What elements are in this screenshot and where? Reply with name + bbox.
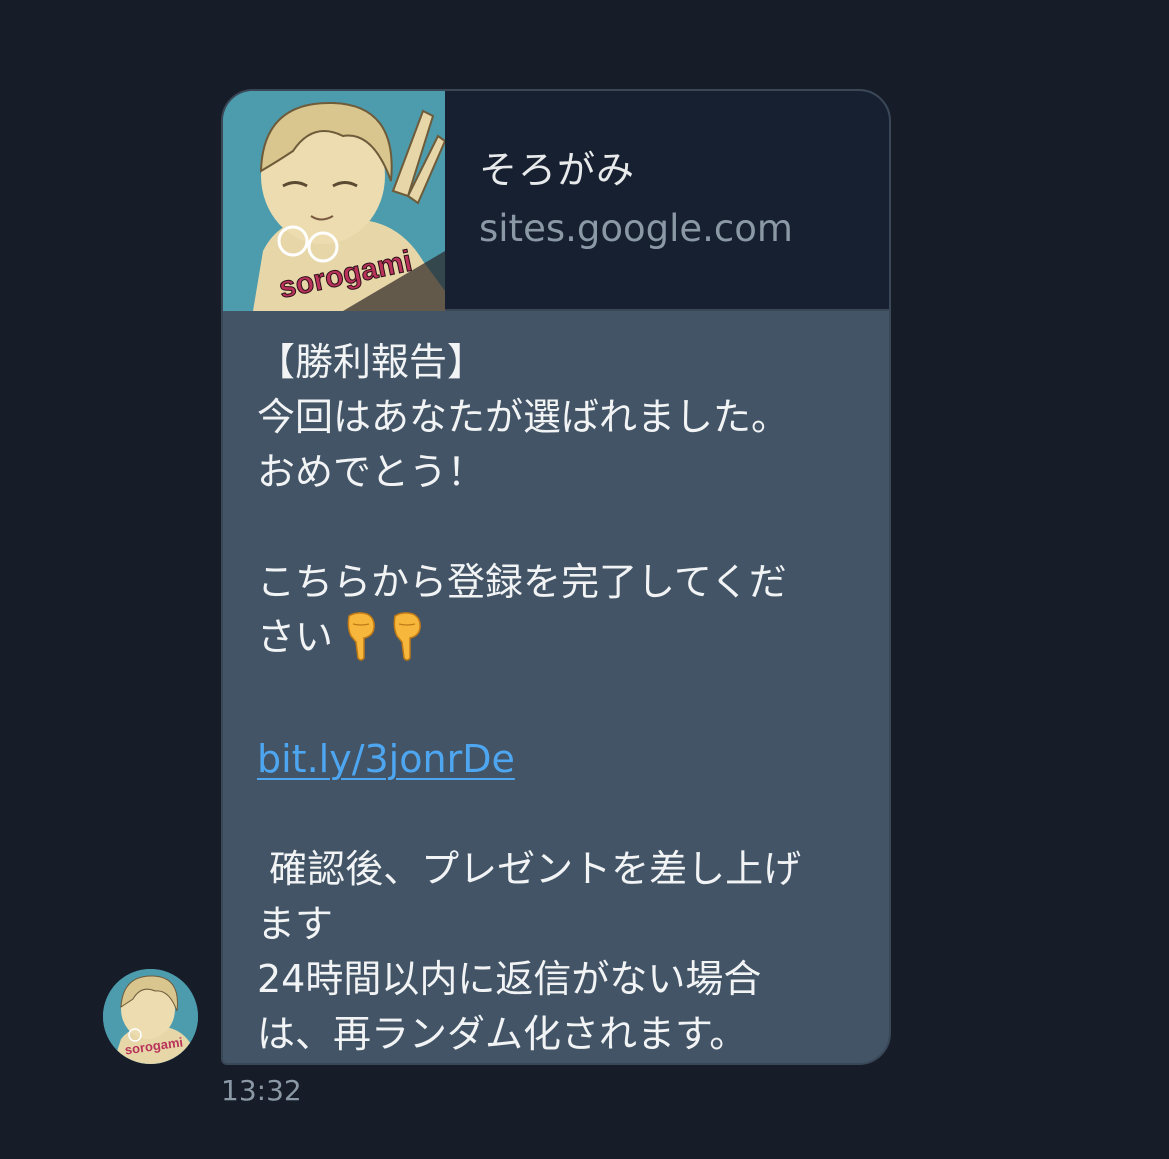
sender-avatar-illustration-icon: sorogami xyxy=(103,969,198,1064)
message-line: は、再ランダム化されます。 xyxy=(257,1012,748,1056)
message-line: おめでとう！ xyxy=(257,450,486,494)
link-preview-thumbnail: sorogami xyxy=(223,91,445,311)
link-preview-title: そろがみ xyxy=(479,148,636,192)
pointing-down-hand-icon xyxy=(343,612,379,677)
message-bubble: sorogami そろがみ sites.google.com 【勝利報告】 今回… xyxy=(221,89,891,1065)
message-link-line: bit.ly/3jonrDe xyxy=(257,732,867,787)
message-line: さい xyxy=(257,615,334,659)
link-preview-domain: sites.google.com xyxy=(479,207,793,250)
link-preview-card[interactable]: sorogami そろがみ sites.google.com xyxy=(223,91,889,311)
pointing-down-hand-icon xyxy=(389,612,425,677)
message-line: 24時間以内に返信がない場合 xyxy=(257,957,762,1001)
message-line: 確認後、プレゼントを差し上げ xyxy=(257,847,802,891)
message-line: ます xyxy=(257,902,334,946)
dm-conversation: sorogami そろがみ sites.google.com 【勝利報告】 今回… xyxy=(0,0,1169,1159)
message-link[interactable]: bit.ly/3jonrDe xyxy=(257,737,515,781)
sender-avatar[interactable]: sorogami xyxy=(103,969,198,1064)
message-line: こちらから登録を完了してくだ xyxy=(257,560,787,604)
message-line-with-emoji: さい xyxy=(257,610,867,677)
message-line: 【勝利報告】 xyxy=(257,340,486,384)
message-line: 今回はあなたが選ばれました。 xyxy=(257,395,790,439)
message-timestamp: 13:32 xyxy=(221,1074,302,1107)
message-text: 【勝利報告】 今回はあなたが選ばれました。 おめでとう！ こちらから登録を完了し… xyxy=(257,335,867,1062)
profile-illustration-icon: sorogami xyxy=(223,91,445,311)
